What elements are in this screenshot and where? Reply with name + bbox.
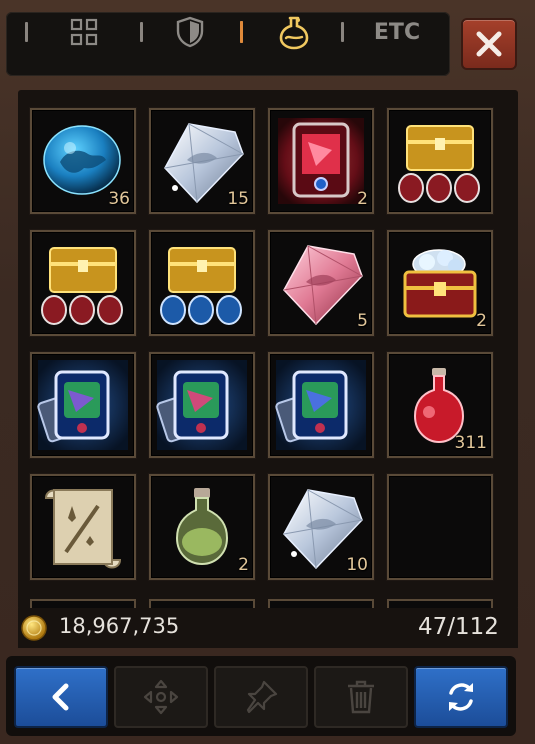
slot-empty[interactable] [387,474,493,580]
slot-red-card[interactable]: 2 [268,108,374,214]
back-button[interactable] [14,666,108,728]
item-quantity: 15 [227,189,249,209]
item-quantity: 311 [454,433,487,453]
inventory-capacity: 47/112 [418,614,499,640]
gold-chest-icon [41,247,123,325]
slot-scroll[interactable] [30,474,136,580]
item-quantity: 36 [108,189,130,209]
gold-chest-icon [398,125,480,203]
slot-gold-chest-red-gems[interactable] [387,108,493,214]
card-stack-icon [275,360,366,450]
slot-pink-diamond[interactable]: 5 [268,230,374,336]
item-quantity: 10 [346,555,368,575]
gold-coin-icon [21,615,47,641]
scroll-icon [44,489,122,569]
slot-gold-chest-red-gems[interactable] [30,230,136,336]
gold-amount: 18,967,735 [59,614,180,638]
slot-white-diamond[interactable]: 10 [268,474,374,580]
item-quantity: 5 [357,311,368,331]
item-quantity: 2 [238,555,249,575]
pin-icon [246,680,278,714]
trash-icon [348,680,374,714]
slot-blue-card-stack[interactable] [149,352,255,458]
slot-blue-card-stack[interactable] [268,352,374,458]
item-quantity: 2 [357,189,368,209]
move-button[interactable] [114,666,208,728]
chevron-left-icon [52,683,69,711]
slot-green-potion[interactable]: 2 [149,474,255,580]
card-stack-icon [37,360,128,450]
delete-button[interactable] [314,666,408,728]
slot-gold-chest-blue-gems[interactable] [149,230,255,336]
slot-blue-dragon-gem[interactable]: 36 [30,108,136,214]
refresh-button[interactable] [414,666,508,728]
refresh-icon [449,683,473,711]
slot-blue-card-stack[interactable] [30,352,136,458]
gold-chest-icon [160,247,242,325]
card-stack-icon [156,360,247,450]
move-arrows-icon [143,679,179,715]
slot-white-diamond[interactable]: 15 [149,108,255,214]
slot-red-potion[interactable]: 311 [387,352,493,458]
pin-button[interactable] [214,666,308,728]
item-quantity: 2 [476,311,487,331]
slot-red-chest-diamonds[interactable]: 2 [387,230,493,336]
